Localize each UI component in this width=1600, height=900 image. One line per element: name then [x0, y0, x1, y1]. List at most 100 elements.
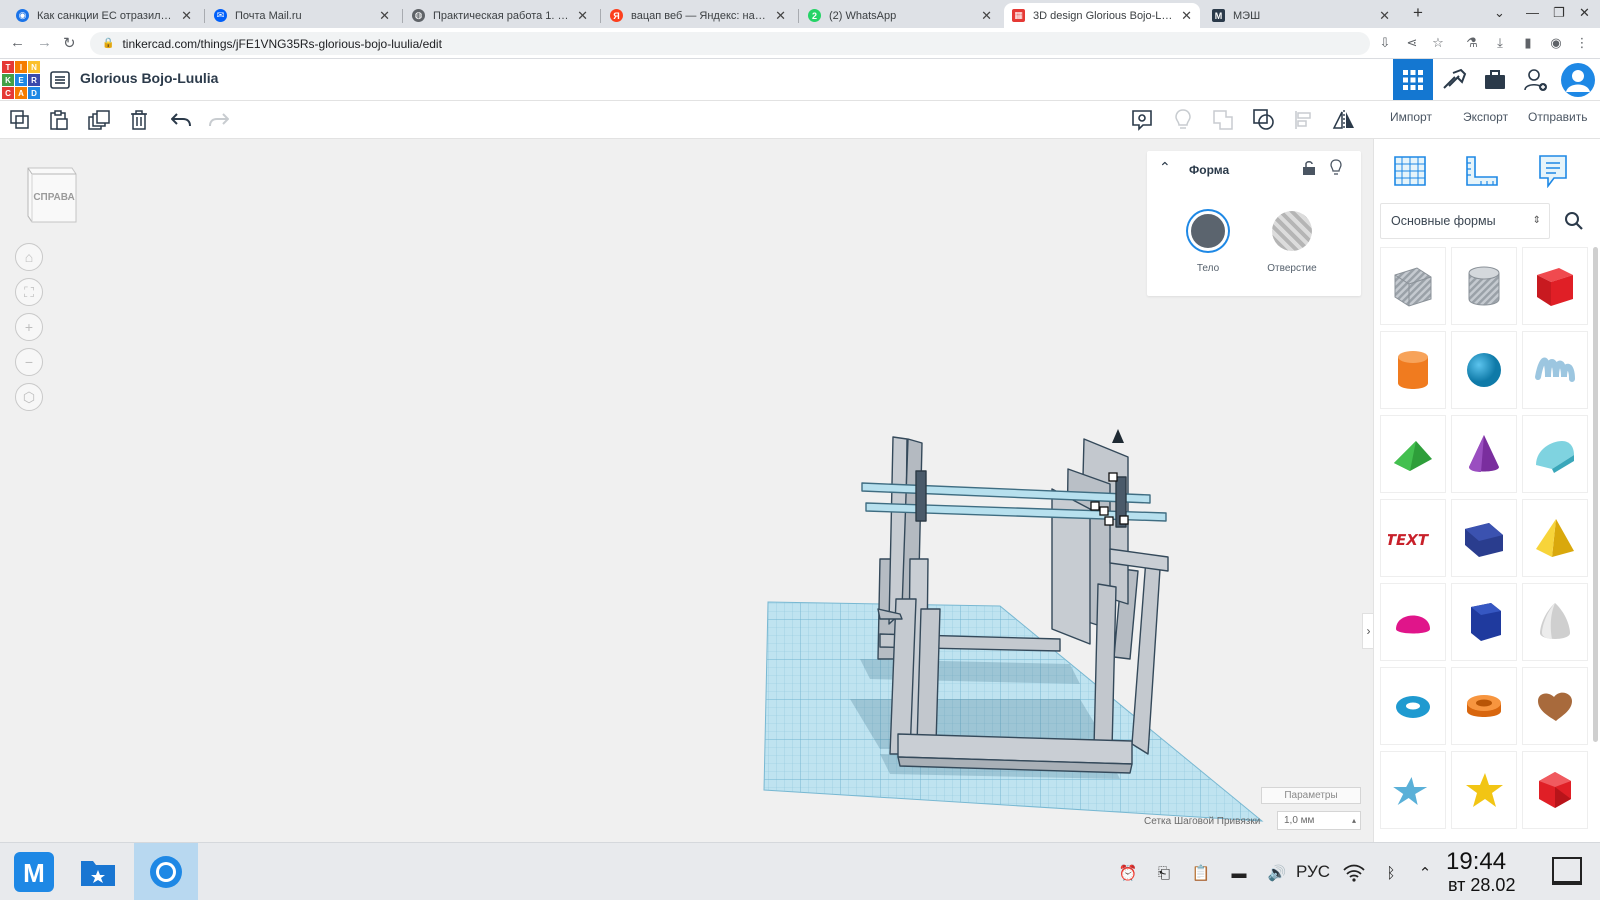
shape-text[interactable]: TEXT	[1380, 499, 1446, 577]
notes-tool-icon[interactable]	[1533, 151, 1573, 191]
lock-icon[interactable]	[1302, 160, 1316, 181]
delete-trash-icon[interactable]	[127, 108, 151, 132]
export-button[interactable]: Экспорт	[1463, 110, 1508, 124]
tab-search-icon[interactable]: ⌄	[1494, 5, 1505, 21]
shape-star[interactable]	[1451, 751, 1517, 829]
shape-heart[interactable]	[1522, 667, 1588, 745]
close-tab-icon[interactable]: ✕	[981, 8, 992, 24]
download-icon[interactable]: ⤓	[1493, 36, 1507, 50]
collapse-inspector-icon[interactable]: ⌃	[1159, 159, 1171, 176]
project-briefcase-icon[interactable]	[1475, 59, 1515, 100]
close-tab-icon[interactable]: ✕	[775, 8, 786, 24]
workplane-tool-icon[interactable]	[1390, 151, 1430, 191]
restore-icon[interactable]: ❐	[1553, 5, 1565, 21]
menu-icon[interactable]: ⋮	[1575, 36, 1589, 50]
volume-icon[interactable]: 🔊	[1266, 863, 1288, 883]
file-manager-icon[interactable]	[66, 843, 130, 900]
bookmark-star-icon[interactable]: ☆	[1431, 36, 1445, 50]
browser-tab[interactable]: M МЭШ ✕	[1204, 3, 1398, 28]
shape-paraboloid[interactable]	[1522, 583, 1588, 661]
browser-tab[interactable]: 2 (2) WhatsApp ✕	[800, 3, 1000, 28]
duplicate-icon[interactable]	[87, 108, 111, 132]
browser-tab[interactable]: ✉ Почта Mail.ru ✕	[206, 3, 398, 28]
show-all-bulb-icon[interactable]	[1171, 108, 1195, 132]
back-icon[interactable]: ←	[10, 34, 25, 51]
hole-option[interactable]: Отверстие	[1262, 211, 1322, 274]
install-app-icon[interactable]: ⇩	[1378, 36, 1392, 50]
shape-wedge[interactable]	[1451, 499, 1517, 577]
ruler-tool-icon[interactable]	[1462, 151, 1502, 191]
forward-icon[interactable]: →	[37, 34, 52, 51]
undo-icon[interactable]	[169, 108, 193, 132]
add-user-icon[interactable]	[1516, 59, 1556, 100]
close-tab-icon[interactable]: ✕	[379, 8, 390, 24]
notes-icon[interactable]	[1130, 108, 1154, 132]
profile-icon[interactable]: ◉	[1549, 36, 1563, 50]
reload-icon[interactable]: ↻	[63, 34, 76, 52]
codeblocks-hammer-icon[interactable]	[1434, 59, 1474, 100]
design-title[interactable]: Glorious Bojo-Luulia	[80, 70, 218, 86]
shape-roof[interactable]	[1380, 415, 1446, 493]
mirror-icon[interactable]	[1332, 108, 1356, 132]
shape-star-flat[interactable]	[1380, 751, 1446, 829]
chevron-up-icon[interactable]: ⌃	[1414, 863, 1436, 883]
copy-icon[interactable]	[8, 108, 32, 132]
shape-cone[interactable]	[1451, 415, 1517, 493]
import-button[interactable]: Импорт	[1390, 110, 1432, 124]
wifi-icon[interactable]	[1343, 863, 1365, 883]
side-panel-icon[interactable]: ▮	[1521, 36, 1535, 50]
shape-icosahedron[interactable]	[1522, 751, 1588, 829]
shape-box-hole[interactable]	[1380, 247, 1446, 325]
shape-torus[interactable]	[1380, 667, 1446, 745]
solid-swatch[interactable]	[1188, 211, 1228, 251]
shape-pyramid[interactable]	[1522, 499, 1588, 577]
shape-category-select[interactable]: Основные формы ⇕	[1380, 203, 1550, 239]
show-desktop-icon[interactable]	[1552, 857, 1582, 885]
clock-time[interactable]: 19:44	[1446, 848, 1506, 876]
close-window-icon[interactable]: ✕	[1579, 5, 1590, 21]
shapes-scrollbar[interactable]	[1593, 247, 1598, 742]
browser-tab[interactable]: Я вацап веб — Яндекс: нашлось ✕	[602, 3, 794, 28]
shape-cylinder[interactable]	[1380, 331, 1446, 409]
tasks-icon[interactable]: 📋	[1190, 863, 1212, 883]
clock-date[interactable]: вт 28.02	[1448, 875, 1515, 896]
height-arrow-icon[interactable]	[1112, 429, 1124, 443]
labs-flask-icon[interactable]: ⚗	[1465, 36, 1479, 50]
shape-round-roof[interactable]	[1522, 415, 1588, 493]
close-tab-icon[interactable]: ✕	[1379, 8, 1390, 24]
close-tab-icon[interactable]: ✕	[1181, 8, 1192, 24]
snap-grid-select[interactable]: 1,0 мм ▴	[1277, 811, 1361, 830]
close-tab-icon[interactable]: ✕	[181, 8, 192, 24]
shape-polygon[interactable]	[1451, 583, 1517, 661]
tinkercad-logo[interactable]: T I N K E R C A D	[2, 61, 40, 99]
close-tab-icon[interactable]: ✕	[577, 8, 588, 24]
user-avatar[interactable]	[1558, 59, 1598, 100]
notification-alarm-icon[interactable]: ⏰	[1117, 863, 1139, 883]
shape-sphere[interactable]	[1451, 331, 1517, 409]
new-tab-button[interactable]: +	[1413, 3, 1423, 23]
minimize-icon[interactable]: —	[1526, 5, 1539, 20]
browser-tab-active[interactable]: ▦ 3D design Glorious Bojo-Luulia | ✕	[1004, 3, 1200, 28]
shape-search-button[interactable]	[1554, 203, 1594, 239]
design-list-icon[interactable]	[40, 59, 80, 100]
browser-tab[interactable]: ◉ Как санкции ЕС отразились на ✕	[8, 3, 200, 28]
bluetooth-icon[interactable]: ᛒ	[1380, 863, 1402, 883]
paste-icon[interactable]	[47, 108, 71, 132]
clipboard-icon[interactable]: ⎗	[1153, 863, 1175, 883]
ungroup-icon[interactable]	[1252, 108, 1276, 132]
shape-half-sphere[interactable]	[1380, 583, 1446, 661]
group-icon[interactable]	[1211, 108, 1235, 132]
shape-cylinder-hole[interactable]	[1451, 247, 1517, 325]
browser-app-icon[interactable]	[134, 843, 198, 900]
redo-icon[interactable]	[207, 108, 231, 132]
solid-option[interactable]: Тело	[1178, 211, 1238, 274]
visibility-bulb-icon[interactable]	[1330, 159, 1342, 181]
url-field[interactable]: 🔒 tinkercad.com/things/jFE1VNG35Rs-glori…	[90, 32, 1370, 55]
shape-tube[interactable]	[1451, 667, 1517, 745]
battery-icon[interactable]: ▬	[1228, 863, 1250, 883]
workplane-viewport[interactable]: СПРАВА ⌂ ⛶ + − ⬡ ⌃ Форма Тело Отверстие …	[0, 139, 1374, 842]
browser-tab[interactable]: ◍ Практическая работа 1. Курсы ✕	[404, 3, 596, 28]
mesh-app-icon[interactable]: M	[2, 843, 66, 900]
shape-box[interactable]	[1522, 247, 1588, 325]
keyboard-language[interactable]: РУС	[1296, 862, 1330, 882]
